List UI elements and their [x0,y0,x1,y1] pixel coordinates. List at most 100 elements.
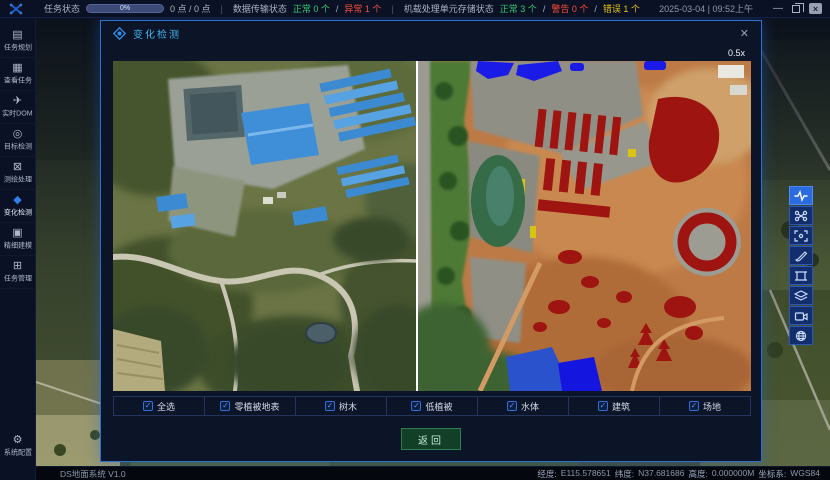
image-compare-widget [113,61,751,391]
storage-error-count: 错误 1 个 [603,2,640,15]
sidebar-item-realtime-dom[interactable]: ✈ 实时DOM [0,91,35,124]
crs-value: WGS84 [790,468,820,480]
globe-icon[interactable] [789,326,813,345]
close-icon[interactable]: ✕ [740,27,749,40]
altitude-value: 0.000000M [712,468,755,480]
after-classified-image [418,61,751,391]
filter-water[interactable]: ✓ 水体 [478,397,569,415]
sidebar-item-label: 任务管理 [3,275,31,283]
filter-label: 低植被 [425,400,452,413]
layers-icon[interactable] [789,286,813,305]
top-status-bar: 任务状态 0% 0 点 / 0 点 | 数据传输状态 正常 0 个 / 异常 1… [0,0,830,18]
filter-label: 零植被地表 [234,400,279,413]
filter-label: 场地 [703,400,721,413]
app-window: 任务状态 0% 0 点 / 0 点 | 数据传输状态 正常 0 个 / 异常 1… [0,0,830,480]
checkbox-checked-icon: ✓ [598,401,608,411]
draw-icon[interactable] [789,246,813,265]
storage-normal-count: 正常 3 个 [500,2,537,15]
modal-title: 变化检测 [133,26,181,41]
sidebar-item-view-task[interactable]: ▦ 查看任务 [0,58,35,91]
map-toolbar [789,186,813,345]
slash: / [594,4,597,14]
sidebar-item-target-detect[interactable]: ◎ 目标检测 [0,124,35,157]
sidebar-item-system-config[interactable]: ⚙ 系统配置 [0,430,35,462]
realtime-dom-icon: ✈ [13,95,22,107]
sidebar-item-fine-modeling[interactable]: ▣ 精细建模 [0,223,35,256]
separator: | [391,4,393,14]
slash: / [543,4,546,14]
longitude-label: 经度: [537,468,556,480]
filter-building[interactable]: ✓ 建筑 [569,397,660,415]
zoom-scale-label: 0.5x [728,48,745,58]
drone-icon[interactable] [789,206,813,225]
back-button[interactable]: 返回 [401,428,461,450]
sidebar-item-label: 精细建模 [3,242,31,250]
filter-label: 树木 [339,400,357,413]
gear-icon: ⚙ [13,434,23,446]
longitude-value: E115.578651 [561,468,611,480]
fine-modeling-icon: ▣ [12,227,22,239]
sidebar-item-label: 任务规划 [3,44,31,52]
camera-icon[interactable] [789,306,813,325]
checkbox-checked-icon: ✓ [689,401,699,411]
filter-trees[interactable]: ✓ 树木 [296,397,387,415]
task-progress-bar: 0% [86,4,164,13]
sidebar-item-label: 系统配置 [3,449,31,457]
storage-warning-count: 警告 0 个 [551,2,588,15]
change-detection-modal: 变化检测 ✕ 0.5x [100,20,762,462]
wave-icon[interactable] [789,186,813,205]
filter-low-vegetation[interactable]: ✓ 低植被 [387,397,478,415]
sidebar-item-change-detect[interactable]: ◆ 变化检测 [0,190,35,223]
bottom-status-bar: DS地面系统 V1.0 经度: E115.578651 纬度: N37.6816… [36,466,830,480]
app-version: DS地面系统 V1.0 [60,468,126,480]
filter-label: 建筑 [612,400,630,413]
sidebar-item-label: 实时DOM [2,110,33,118]
checkbox-checked-icon: ✓ [411,401,421,411]
sidebar-item-label: 测绘处理 [3,176,31,184]
datetime-display: 2025-03-04 | 09:52上午 [659,2,753,15]
transfer-abnormal-count: 异常 1 个 [344,2,381,15]
sidebar-item-label: 查看任务 [3,77,31,85]
change-detect-icon: ◆ [13,194,21,206]
task-manage-icon: ⊞ [13,260,22,272]
filter-site[interactable]: ✓ 场地 [660,397,751,415]
storage-status-label: 机载处理单元存储状态 [404,2,494,15]
focus-icon[interactable] [789,226,813,245]
sidebar-item-label: 变化检测 [3,209,31,217]
filter-label: 水体 [521,400,539,413]
crs-label: 坐标系: [758,468,786,480]
mapping-process-icon: ⊠ [13,161,22,173]
sidebar-item-mapping-process[interactable]: ⊠ 测绘处理 [0,157,35,190]
minimize-icon[interactable]: — [773,4,783,14]
sidebar-nav: ▤ 任务规划 ▦ 查看任务 ✈ 实时DOM ◎ 目标检测 ⊠ 测绘处理 ◆ 变化… [0,18,36,480]
filter-label: 全选 [157,400,175,413]
change-detect-diamond-icon [113,27,126,40]
checkbox-checked-icon: ✓ [220,401,230,411]
checkbox-checked-icon: ✓ [143,401,153,411]
app-logo-icon [8,2,24,16]
task-status-label: 任务状态 [44,2,80,15]
separator: | [221,4,223,14]
close-window-icon[interactable]: × [809,3,822,14]
filter-bare-ground[interactable]: ✓ 零植被地表 [205,397,296,415]
slash: / [336,4,339,14]
maximize-icon[interactable] [792,5,800,13]
sidebar-item-label: 目标检测 [3,143,31,151]
view-task-icon: ▦ [12,62,22,74]
latitude-value: N37.681686 [638,468,684,480]
coordinate-readout: 经度: E115.578651 纬度: N37.681686 高度: 0.000… [537,468,820,480]
checkbox-checked-icon: ✓ [507,401,517,411]
sidebar-item-task-planning[interactable]: ▤ 任务规划 [0,25,35,58]
transfer-status-label: 数据传输状态 [233,2,287,15]
filter-select-all[interactable]: ✓ 全选 [113,397,205,415]
checkbox-checked-icon: ✓ [325,401,335,411]
crop-icon[interactable] [789,266,813,285]
window-controls: — × [773,3,822,14]
before-satellite-image [113,61,416,391]
transfer-normal-count: 正常 0 个 [293,2,330,15]
category-filter-bar: ✓ 全选 ✓ 零植被地表 ✓ 树木 ✓ 低植被 ✓ 水体 ✓ 建筑 [113,396,751,416]
altitude-label: 高度: [688,468,707,480]
latitude-label: 纬度: [615,468,634,480]
modal-title-bar: 变化检测 ✕ [101,21,761,45]
sidebar-item-task-manage[interactable]: ⊞ 任务管理 [0,256,35,289]
